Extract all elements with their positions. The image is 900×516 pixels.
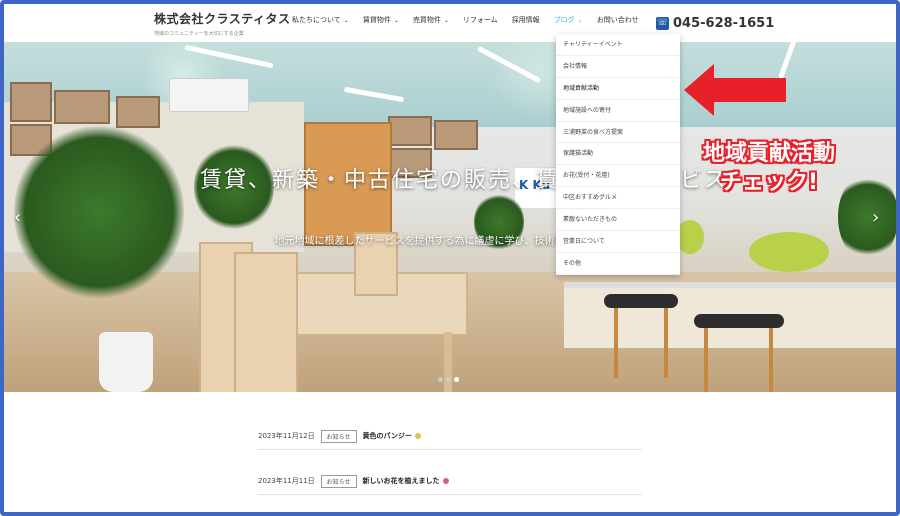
dropdown-item-flowers[interactable]: お花(受付・花壇) [556, 165, 680, 188]
dropdown-item-company-info[interactable]: 会社情報 [556, 56, 680, 78]
blog-dropdown-menu: チャリティーイベント 会社情報 地域貢献活動 地域施設への寄付 三浦野菜の食べ方… [556, 34, 680, 275]
news-title[interactable]: 新しいお花を植えました [363, 476, 440, 486]
dropdown-item-business-days[interactable]: 営業日について [556, 231, 680, 253]
nav-item-recruit[interactable]: 採用情報 [512, 15, 540, 25]
slider-dots [438, 377, 462, 382]
company-name: 株式会社クラスティタス [154, 12, 291, 26]
news-date: 2023年11月12日 [258, 432, 315, 440]
framed-photo [54, 90, 110, 124]
plant-pot [99, 332, 153, 392]
framed-photo [434, 120, 478, 150]
dropdown-item-other[interactable]: その他 [556, 253, 680, 275]
stool-leg [614, 308, 618, 378]
chevron-down-icon: ⌄ [393, 17, 399, 24]
stool-leg [664, 308, 668, 378]
news-row[interactable]: 2023年11月11日 お知らせ 新しいお花を植えました [258, 470, 642, 495]
air-conditioner [169, 78, 249, 112]
flower-icon [442, 478, 449, 484]
dropdown-item-gifts[interactable]: 素敵ないただきもの [556, 209, 680, 232]
news-category-badge: お知らせ [320, 474, 357, 488]
chevron-down-icon: ⌄ [577, 17, 583, 24]
flower-icon [414, 433, 421, 439]
plant-photo [14, 122, 184, 302]
phone-icon: ☏ [656, 17, 669, 30]
framed-photo [388, 116, 432, 146]
chevron-down-icon: ⌄ [343, 17, 349, 24]
nav-item-sales[interactable]: 売買物件 ⌄ [413, 15, 449, 25]
stool-seat [694, 314, 784, 328]
news-category-badge: お知らせ [320, 429, 357, 443]
dropdown-item-cats[interactable]: 保護猫活動 [556, 143, 680, 166]
nav-item-blog[interactable]: ブログ ⌄ [554, 15, 583, 25]
framed-photo [10, 82, 52, 122]
chevron-right-icon[interactable]: › [872, 207, 879, 228]
site-header: 株式会社クラスティタス 地域のコミュニティーを大切にする企業 私たちについて ⌄ … [4, 4, 896, 42]
dropdown-item-community[interactable]: 地域貢献活動 [556, 78, 680, 100]
company-tagline: 地域のコミュニティーを大切にする企業 [154, 31, 244, 37]
site-logo[interactable]: 株式会社クラスティタス 地域のコミュニティーを大切にする企業 [154, 10, 291, 37]
news-row[interactable]: 2023年11月12日 お知らせ 黄色のパンジー [258, 425, 642, 450]
chevron-down-icon: ⌄ [443, 17, 449, 24]
nav-item-contact[interactable]: お問い合わせ [597, 15, 639, 25]
annotation-callout: 地域貢献活動 チェック! [664, 140, 874, 198]
lime-chair [749, 232, 829, 272]
annotation-line2: チェック! [719, 170, 819, 195]
phone-contact[interactable]: ☏ 045-628-1651 [656, 16, 774, 31]
chevron-left-icon[interactable]: ‹ [14, 207, 21, 228]
nav-item-reform[interactable]: リフォーム [463, 15, 498, 25]
red-arrow-icon [684, 64, 786, 116]
slider-dot-active[interactable] [454, 377, 459, 382]
table-leg [444, 332, 452, 392]
annotation-line1: 地域貢献活動 [702, 141, 835, 166]
stool-leg [704, 328, 708, 392]
dropdown-item-donation[interactable]: 地域施設への寄付 [556, 100, 680, 122]
lime-chair [676, 220, 704, 254]
slider-dot[interactable] [446, 377, 451, 382]
office-chair [234, 252, 298, 392]
news-date: 2023年11月11日 [258, 477, 315, 485]
news-title[interactable]: 黄色のパンジー [363, 431, 412, 441]
phone-number: 045-628-1651 [673, 16, 775, 31]
news-list: 2023年11月12日 お知らせ 黄色のパンジー 2023年11月11日 お知ら… [258, 425, 642, 515]
stool-seat [604, 294, 678, 308]
dropdown-item-charity[interactable]: チャリティーイベント [556, 34, 680, 56]
main-nav: 私たちについて ⌄ 賃貸物件 ⌄ 売買物件 ⌄ リフォーム 採用情報 ブログ ⌄ お問い… [292, 15, 653, 25]
dropdown-item-vegetables[interactable]: 三浦野菜の食べ方提案 [556, 122, 680, 144]
nav-item-about[interactable]: 私たちについて ⌄ [292, 15, 349, 25]
nav-item-rental[interactable]: 賃貸物件 ⌄ [363, 15, 399, 25]
slider-dot[interactable] [438, 377, 443, 382]
stool-leg [769, 328, 773, 392]
framed-photo [116, 96, 160, 128]
dropdown-item-gourmet[interactable]: 中区おすすめグルメ [556, 187, 680, 210]
